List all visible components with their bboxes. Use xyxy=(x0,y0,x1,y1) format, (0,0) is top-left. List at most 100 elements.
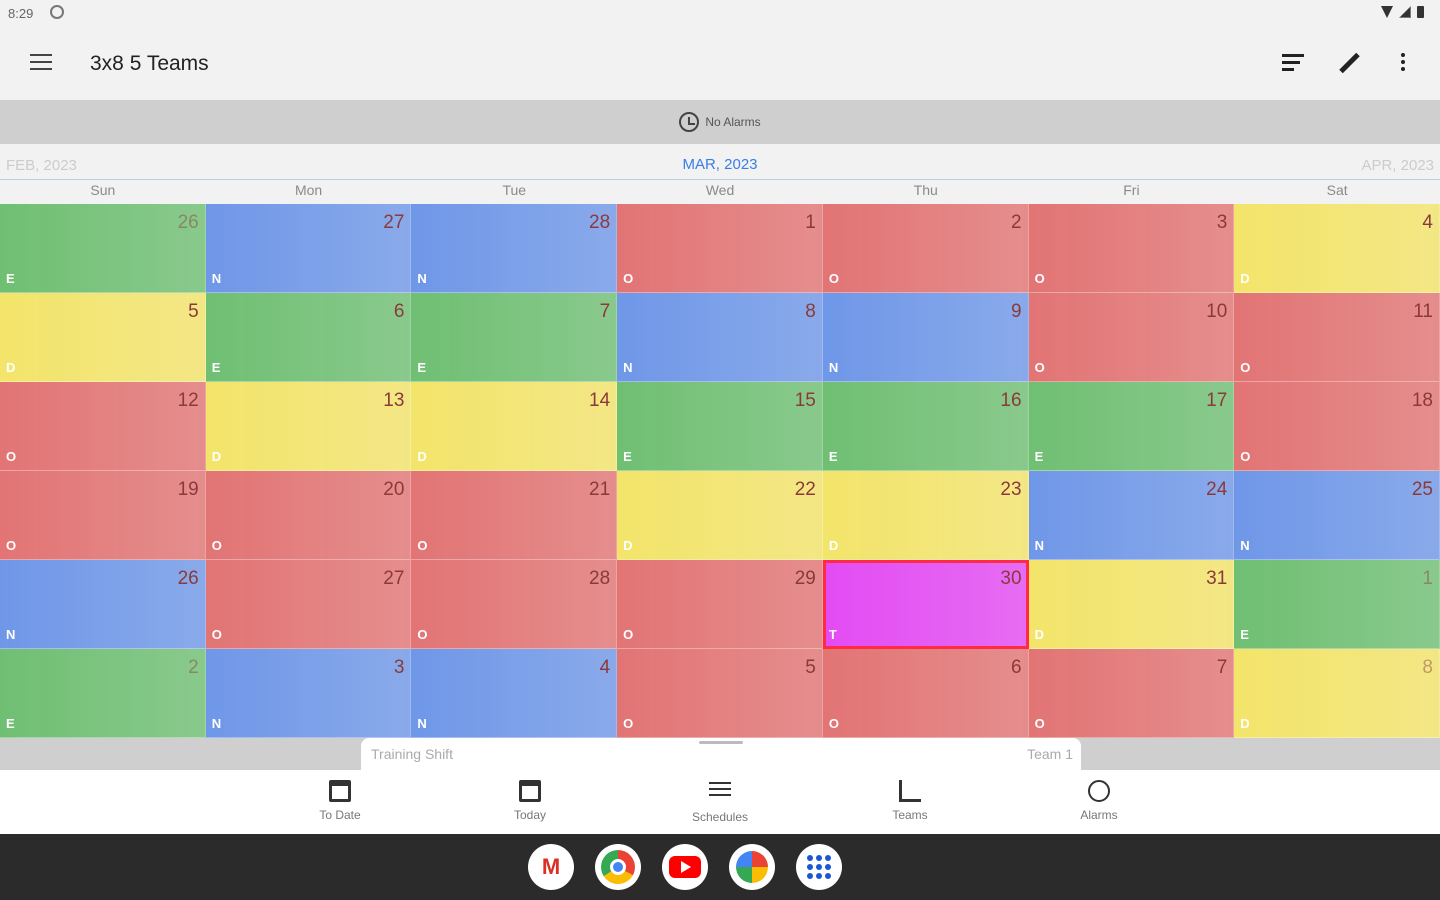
day-number: 19 xyxy=(177,479,199,500)
shift-code: D xyxy=(417,449,427,464)
day-cell[interactable]: 7O xyxy=(1028,649,1235,738)
day-cell[interactable]: 19 O xyxy=(0,471,206,560)
day-number: 11 xyxy=(1413,301,1433,322)
day-cell[interactable]: 25 N xyxy=(1234,471,1440,560)
shift-code: O xyxy=(1034,360,1045,375)
day-cell[interactable]: 1O xyxy=(617,204,823,293)
day-number: 25 xyxy=(1411,479,1433,500)
shift-code: O xyxy=(623,716,634,731)
day-cell[interactable]: 2O xyxy=(822,204,1029,293)
app-drawer-icon[interactable] xyxy=(796,844,842,890)
day-number: 7 xyxy=(599,301,611,322)
day-cell[interactable]: 18 O xyxy=(1234,382,1440,471)
day-cell[interactable]: 4N xyxy=(411,649,618,738)
next-month-label[interactable]: APR, 2023 xyxy=(1361,157,1434,174)
day-cell[interactable]: 16 E xyxy=(822,382,1029,471)
nav-alarms[interactable]: Alarms xyxy=(1039,778,1159,822)
day-cell[interactable]: 8N xyxy=(617,293,823,382)
weekday-thu: Thu xyxy=(913,182,938,198)
day-cell[interactable]: 7E xyxy=(411,293,618,382)
month-navigation: FEB, 2023 MAR, 2023 APR, 2023 xyxy=(0,154,1440,178)
day-cell[interactable]: 15 E xyxy=(617,382,823,471)
day-cell[interactable]: 27 N xyxy=(205,204,412,293)
day-number: 27 xyxy=(383,212,405,233)
day-cell[interactable]: 31 D xyxy=(1028,560,1235,649)
photos-icon[interactable] xyxy=(729,844,775,890)
nav-teams-label: Teams xyxy=(892,808,928,822)
bottom-sheet[interactable]: Training Shift Team 1 xyxy=(361,738,1081,770)
day-cell[interactable]: 11 O xyxy=(1234,293,1440,382)
day-cell[interactable]: 29 O xyxy=(617,560,823,649)
calendar-arrow-icon xyxy=(329,780,351,802)
day-cell[interactable]: 6E xyxy=(205,293,412,382)
sort-icon[interactable] xyxy=(1282,50,1308,76)
day-cell[interactable]: 9N xyxy=(822,293,1029,382)
app-bar: 3x8 5 Teams xyxy=(0,28,1440,100)
shift-code: E xyxy=(1034,449,1044,464)
shift-code: O xyxy=(623,627,634,642)
nav-today[interactable]: Today xyxy=(470,778,590,822)
status-bar: 8:29 xyxy=(0,0,1440,28)
day-number: 23 xyxy=(1000,479,1022,500)
day-cell[interactable]: 21 O xyxy=(411,471,618,560)
nav-to-date[interactable]: To Date xyxy=(280,778,400,822)
day-number: 5 xyxy=(805,657,816,678)
drag-handle[interactable] xyxy=(699,741,743,744)
day-cell[interactable]: 5D xyxy=(0,293,206,382)
shift-name: Training Shift xyxy=(371,746,453,762)
day-number: 2 xyxy=(188,657,199,678)
nav-schedules[interactable]: Schedules xyxy=(660,778,780,824)
today-icon xyxy=(519,780,541,802)
gmail-icon[interactable]: M xyxy=(528,844,574,890)
shift-code: D xyxy=(1240,716,1250,731)
day-number: 18 xyxy=(1411,390,1433,411)
day-cell[interactable]: 10 O xyxy=(1028,293,1235,382)
edit-icon[interactable] xyxy=(1336,50,1362,76)
day-number: 6 xyxy=(1010,657,1022,678)
day-cell[interactable]: 27 O xyxy=(205,560,412,649)
day-cell[interactable]: 26 N xyxy=(0,560,206,649)
shift-code: N xyxy=(417,716,427,731)
list-icon xyxy=(709,782,731,804)
day-cell[interactable]: 22 D xyxy=(617,471,823,560)
chrome-icon[interactable] xyxy=(595,844,641,890)
shift-code: N xyxy=(417,271,427,286)
day-cell[interactable]: 2E xyxy=(0,649,206,738)
day-cell[interactable]: 6O xyxy=(822,649,1029,738)
day-cell[interactable]: 3N xyxy=(205,649,412,738)
day-cell[interactable]: 20 O xyxy=(205,471,412,560)
weekday-header: Sun Mon Tue Wed Thu Fri Sat xyxy=(0,182,1440,204)
day-cell[interactable]: 1E xyxy=(1234,560,1440,649)
current-month-label: MAR, 2023 xyxy=(682,156,758,173)
day-cell[interactable]: 24 N xyxy=(1028,471,1235,560)
day-cell-today[interactable]: 30 T xyxy=(822,560,1029,649)
day-cell[interactable]: 23 D xyxy=(822,471,1029,560)
day-cell[interactable]: 26 E xyxy=(0,204,206,293)
day-cell[interactable]: 13 D xyxy=(205,382,412,471)
shift-code: N xyxy=(6,627,16,642)
alarm-icon xyxy=(1088,780,1110,802)
day-cell[interactable]: 14 D xyxy=(411,382,618,471)
shift-code: O xyxy=(211,538,222,553)
day-cell[interactable]: 17 E xyxy=(1028,382,1235,471)
day-cell[interactable]: 28 N xyxy=(411,204,618,293)
weekday-mon: Mon xyxy=(294,182,323,198)
weekday-fri: Fri xyxy=(1123,182,1140,198)
more-vert-icon[interactable] xyxy=(1390,50,1416,76)
day-cell[interactable]: 4D xyxy=(1234,204,1440,293)
alarm-strip[interactable]: No Alarms xyxy=(0,100,1440,144)
day-number: 29 xyxy=(794,568,816,589)
nav-teams[interactable]: Teams xyxy=(850,778,970,822)
youtube-icon[interactable] xyxy=(662,844,708,890)
shift-code: D xyxy=(6,360,16,375)
day-number: 1 xyxy=(1422,568,1433,589)
day-cell[interactable]: 12 O xyxy=(0,382,206,471)
day-cell[interactable]: 3O xyxy=(1028,204,1235,293)
day-cell[interactable]: 28 O xyxy=(411,560,618,649)
day-number: 28 xyxy=(589,568,611,589)
day-number: 20 xyxy=(383,479,405,500)
menu-icon[interactable] xyxy=(30,54,52,72)
nav-schedules-label: Schedules xyxy=(691,810,749,824)
day-cell[interactable]: 5O xyxy=(617,649,823,738)
day-cell[interactable]: 8D xyxy=(1234,649,1440,738)
